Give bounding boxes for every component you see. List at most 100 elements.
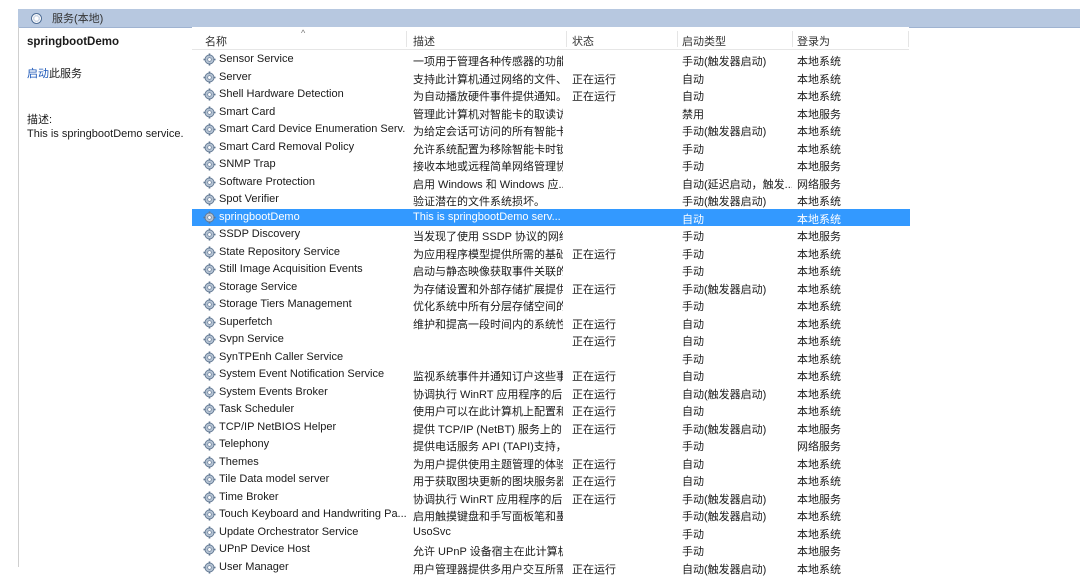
- service-startup-type: 手动(触发器启动): [682, 196, 767, 208]
- service-startup-type: 手动(触发器启动): [682, 126, 767, 138]
- service-logon-as: 本地系统: [797, 213, 841, 226]
- service-name: Server: [219, 70, 252, 83]
- column-separator[interactable]: [792, 31, 793, 47]
- service-logon-as: 本地系统: [797, 528, 841, 541]
- service-row[interactable]: Spot Verifier 验证潜在的文件系统损坏。 手动(触发器启动) 本地系统: [192, 191, 910, 209]
- service-row[interactable]: SSDP Discovery 当发现了使用 SSDP 协议的网络... 手动 本地服务: [192, 226, 910, 244]
- service-gear-icon: [203, 140, 216, 154]
- service-logon-as: 网络服务: [797, 178, 841, 191]
- service-gear-icon: [203, 53, 216, 66]
- service-logon-as: 本地系统: [797, 336, 841, 348]
- service-startup-type: 自动(延迟启动，触发...: [682, 178, 792, 191]
- service-description: 优化系统中所有分层存储空间的...: [413, 301, 563, 313]
- service-description: 协调执行 WinRT 应用程序的后...: [413, 493, 563, 506]
- column-header-description[interactable]: 描述: [413, 33, 435, 49]
- service-gear-icon: [203, 88, 216, 101]
- column-header-status[interactable]: 状态: [572, 33, 594, 49]
- service-startup-type: 手动: [682, 143, 704, 156]
- service-gear-icon: [203, 70, 216, 84]
- service-row[interactable]: Software Protection 启用 Windows 和 Windows …: [192, 174, 910, 192]
- service-row[interactable]: springbootDemo This is springbootDemo ser…: [192, 208, 910, 226]
- service-description: 允许系统配置为移除智能卡时锁...: [413, 143, 563, 156]
- service-name: UPnP Device Host: [219, 543, 310, 555]
- services-table: ^ 名称 描述 状态 启动类型 登录为 Sensor Service 一项用于管理…: [192, 27, 1080, 576]
- column-separator[interactable]: [908, 31, 909, 47]
- service-row[interactable]: Update Orchestrator Service UsoSvc 手动 本地系统: [192, 524, 910, 542]
- column-separator[interactable]: [406, 31, 407, 47]
- service-startup-type: 手动: [682, 248, 704, 261]
- service-status: 正在运行: [572, 563, 616, 576]
- service-logon-as: 本地系统: [797, 476, 841, 488]
- column-header-name[interactable]: 名称: [205, 33, 227, 49]
- service-row[interactable]: Smart Card Removal Policy 允许系统配置为移除智能卡时锁.…: [192, 139, 910, 157]
- service-row[interactable]: Still Image Acquisition Events 启动与静态映像获取事…: [192, 261, 910, 279]
- column-separator[interactable]: [677, 31, 678, 47]
- service-row[interactable]: SNMP Trap 接收本地或远程简单网络管理协... 手动 本地服务: [192, 156, 910, 174]
- service-row[interactable]: Storage Service 为存储设置和外部存储扩展提供... 正在运行 手动(触…: [192, 279, 910, 297]
- service-logon-as: 本地系统: [797, 56, 841, 68]
- service-name: Svpn Service: [219, 333, 284, 345]
- service-gear-icon: [203, 543, 216, 556]
- service-row[interactable]: State Repository Service 为应用程序模型提供所需的基础..…: [192, 244, 910, 262]
- service-name: Still Image Acquisition Events: [219, 263, 363, 275]
- service-row[interactable]: Server 支持此计算机通过网络的文件、... 正在运行 自动 本地系统: [192, 69, 910, 87]
- service-row[interactable]: SynTPEnh Caller Service 手动 本地系统: [192, 349, 910, 367]
- column-separator[interactable]: [566, 31, 567, 47]
- service-startup-type: 自动(触发器启动): [682, 388, 767, 401]
- service-gear-icon: [203, 193, 216, 206]
- service-description: 监视系统事件并通知订户这些事...: [413, 371, 563, 383]
- service-row[interactable]: Svpn Service 正在运行 自动 本地系统: [192, 331, 910, 349]
- service-name: Software Protection: [219, 175, 315, 188]
- service-gear-icon: [203, 560, 216, 574]
- service-logon-as: 本地服务: [797, 231, 841, 243]
- service-name: springbootDemo: [219, 210, 300, 223]
- service-row[interactable]: User Manager 用户管理器提供多用户交互所需... 正在运行 自动(触发器启…: [192, 559, 910, 577]
- service-row[interactable]: Shell Hardware Detection 为自动播放硬件事件提供通知。 正在…: [192, 86, 910, 104]
- service-gear-icon: [203, 280, 216, 294]
- service-logon-as: 本地系统: [797, 143, 841, 156]
- service-row[interactable]: Superfetch 维护和提高一段时间内的系统性... 正在运行 自动 本地系统: [192, 314, 910, 332]
- start-service-link[interactable]: 启动: [27, 68, 49, 80]
- service-name: Telephony: [219, 438, 270, 450]
- service-row[interactable]: Tile Data model server 用于获取图块更新的图块服务器... 正…: [192, 471, 910, 489]
- service-startup-type: 手动(触发器启动): [682, 511, 767, 523]
- service-row[interactable]: Themes 为用户提供使用主题管理的体验... 正在运行 自动 本地系统: [192, 454, 910, 472]
- service-logon-as: 本地服务: [797, 161, 841, 173]
- service-row[interactable]: Smart Card 管理此计算机对智能卡的取读访... 禁用 本地服务: [192, 104, 910, 122]
- service-startup-type: 自动(触发器启动): [682, 563, 767, 576]
- service-row[interactable]: TCP/IP NetBIOS Helper 提供 TCP/IP (NetBT) 服…: [192, 419, 910, 437]
- service-row[interactable]: System Events Broker 协调执行 WinRT 应用程序的后...…: [192, 384, 910, 402]
- service-startup-type: 自动: [682, 213, 704, 226]
- service-startup-type: 自动: [682, 458, 704, 471]
- service-description: UsoSvc: [413, 525, 451, 538]
- left-border: [18, 27, 19, 567]
- service-gear-icon: [203, 490, 216, 504]
- service-gear-icon: [203, 525, 216, 539]
- service-status: 正在运行: [572, 283, 616, 296]
- service-row[interactable]: Time Broker 协调执行 WinRT 应用程序的后... 正在运行 手动(触发…: [192, 489, 910, 507]
- service-row[interactable]: Sensor Service 一项用于管理各种传感器的功能... 手动(触发器启动)…: [192, 51, 910, 69]
- service-status: 正在运行: [572, 458, 616, 471]
- service-startup-type: 手动(触发器启动): [682, 56, 767, 68]
- service-row[interactable]: Smart Card Device Enumeration Serv... 为给定…: [192, 121, 910, 139]
- service-startup-type: 手动(触发器启动): [682, 493, 767, 506]
- service-description: 为给定会话可访问的所有智能卡...: [413, 126, 563, 138]
- column-header-logon-as[interactable]: 登录为: [797, 33, 830, 49]
- service-gear-icon: [203, 245, 216, 259]
- service-row[interactable]: System Event Notification Service 监视系统事件并…: [192, 366, 910, 384]
- service-name: Smart Card Removal Policy: [219, 140, 355, 153]
- service-logon-as: 本地系统: [797, 458, 841, 471]
- service-row[interactable]: Telephony 提供电话服务 API (TAPI)支持，... 手动 网络服务: [192, 436, 910, 454]
- service-gear-icon: [203, 473, 216, 486]
- service-row[interactable]: Storage Tiers Management 优化系统中所有分层存储空间的..…: [192, 296, 910, 314]
- service-row[interactable]: Task Scheduler 使用户可以在此计算机上配置和... 正在运行 自动 本地系…: [192, 401, 910, 419]
- service-logon-as: 本地系统: [797, 388, 841, 401]
- column-header-startup-type[interactable]: 启动类型: [682, 33, 726, 49]
- service-description: 用户管理器提供多用户交互所需...: [413, 563, 563, 576]
- service-description: 接收本地或远程简单网络管理协...: [413, 161, 563, 173]
- service-description: 一项用于管理各种传感器的功能...: [413, 56, 563, 68]
- service-startup-type: 自动: [682, 336, 704, 348]
- service-startup-type: 手动: [682, 161, 704, 173]
- service-row[interactable]: UPnP Device Host 允许 UPnP 设备宿主在此计算机... 手动 本地…: [192, 541, 910, 559]
- service-row[interactable]: Touch Keyboard and Handwriting Pa... 启用触摸…: [192, 506, 910, 524]
